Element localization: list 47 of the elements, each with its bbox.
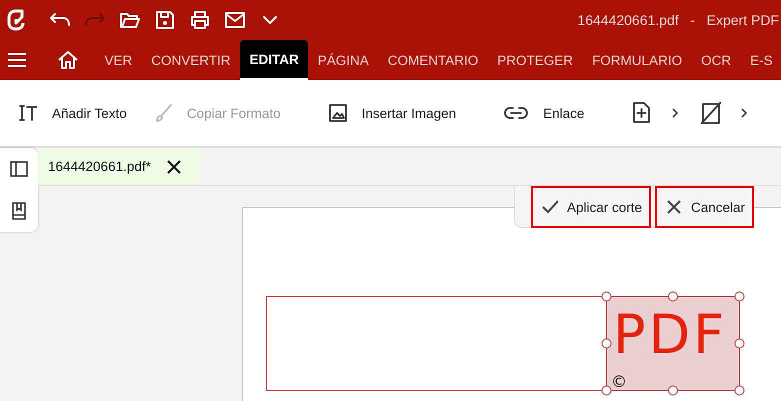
resize-handle[interactable] [734,338,744,348]
chevron-right-icon[interactable] [740,107,748,119]
menu-tab[interactable]: CONVERTIR [142,40,240,80]
print-icon[interactable] [190,10,210,30]
toolbar-button[interactable]: Insertar Imagen [328,100,456,126]
toolbar-button[interactable]: Enlace [504,100,584,126]
text-icon [19,104,37,122]
menu-tab[interactable]: COMENTARIO [378,40,488,80]
document-tab[interactable]: 1644420661.pdf* [38,148,200,185]
add-page-icon[interactable] [632,102,652,124]
resize-handle[interactable] [668,292,678,302]
mail-icon[interactable] [225,10,245,30]
selected-stamp[interactable]: PDF © [606,296,740,391]
cancel-button[interactable]: Cancelar [655,186,754,228]
resize-handle[interactable] [602,292,612,302]
stamp-mark: © [611,372,627,391]
check-icon [542,199,558,215]
resize-handle[interactable] [734,292,744,302]
brush-icon [154,104,172,122]
close-icon [666,199,682,215]
resize-handle[interactable] [602,338,612,348]
close-icon[interactable] [166,160,181,174]
menu-tab[interactable]: FORMULARIO [582,40,692,80]
resize-handle[interactable] [602,386,612,396]
menu-tab[interactable]: PROTEGER [488,40,583,80]
menu-tab[interactable]: E-S [740,40,781,80]
folder-icon[interactable] [120,10,140,30]
panel-icon[interactable] [10,160,28,176]
menu-tab[interactable]: OCR [692,40,741,80]
stamp-text: PDF [613,303,728,366]
resize-handle[interactable] [668,386,678,396]
home-icon[interactable] [58,51,78,69]
toolbar-button[interactable]: Añadir Texto [19,100,127,126]
bookmark-icon[interactable] [12,202,26,220]
menu-tab[interactable]: VER [95,40,142,80]
save-icon[interactable] [155,10,175,30]
window-title: 1644420661.pdf - Expert PDF [577,12,780,28]
apply-crop-button[interactable]: Aplicar corte [531,186,652,228]
menu-tab[interactable]: EDITAR [240,40,308,80]
blank-page-icon[interactable] [701,102,722,124]
menu-icon[interactable] [8,53,26,67]
chevron-right-icon[interactable] [671,107,680,119]
menu-tab[interactable]: PÁGINA [308,40,378,80]
app-logo-icon [7,9,25,31]
link-icon [504,104,528,122]
resize-handle[interactable] [734,386,744,396]
image-icon [328,104,347,122]
